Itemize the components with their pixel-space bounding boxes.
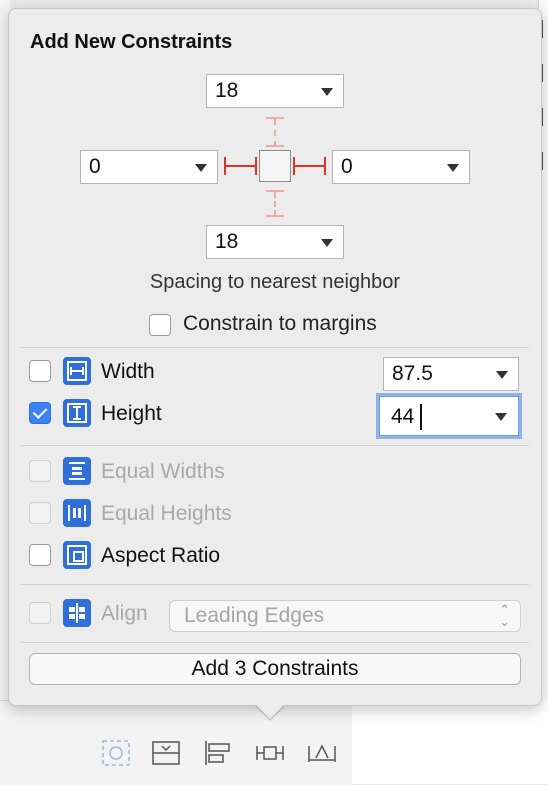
spacing-caption: Spacing to nearest neighbor (149, 271, 401, 293)
top-spacing-combo[interactable]: 18 (206, 74, 344, 108)
chevron-down-icon[interactable] (321, 88, 333, 96)
bottom-spacing-value[interactable]: 18 (215, 230, 238, 254)
divider (21, 445, 529, 446)
align-icon (63, 599, 91, 627)
aspect-ratio-label[interactable]: Aspect Ratio (101, 544, 220, 568)
stack-icon[interactable] (150, 738, 182, 768)
chevron-down-icon[interactable] (496, 371, 508, 379)
constrain-to-margins-checkbox[interactable] (149, 314, 171, 336)
right-strut[interactable] (293, 165, 326, 167)
width-value-combo[interactable]: 87.5 (383, 357, 519, 391)
divider (21, 584, 529, 585)
align-select-value[interactable]: Leading Edges (184, 604, 324, 628)
background-list-mark (542, 64, 548, 82)
height-value[interactable]: 44 (391, 405, 414, 429)
bottom-strut[interactable] (274, 192, 276, 216)
background-list-mark (542, 108, 548, 126)
divider (21, 347, 529, 348)
resolve-issues-icon[interactable] (306, 738, 338, 768)
background-list-mark (542, 152, 548, 170)
bottom-strut-cap[interactable] (266, 215, 284, 217)
aspect-ratio-icon (63, 541, 91, 569)
right-strut-cap[interactable] (324, 157, 326, 175)
width-value[interactable]: 87.5 (392, 362, 433, 386)
top-strut[interactable] (274, 119, 276, 147)
align-label[interactable]: Align (101, 602, 148, 626)
height-value-combo[interactable]: 44 (376, 393, 522, 439)
equal-widths-checkbox[interactable] (29, 460, 51, 482)
add-constraints-button[interactable]: Add 3 Constraints (29, 653, 521, 685)
chevron-down-icon[interactable] (495, 413, 507, 421)
align-icon[interactable] (202, 738, 234, 768)
left-strut-cap[interactable] (255, 157, 257, 175)
left-spacing-combo[interactable]: 0 (80, 150, 218, 184)
width-label[interactable]: Width (101, 360, 155, 384)
constrain-to-margins-label[interactable]: Constrain to margins (183, 312, 377, 336)
align-checkbox[interactable] (29, 602, 51, 624)
equal-heights-checkbox[interactable] (29, 502, 51, 524)
popover-arrow (254, 703, 286, 719)
canvas-bottom-bar-right (352, 700, 548, 784)
chevron-down-icon[interactable] (447, 164, 459, 172)
right-spacing-value[interactable]: 0 (341, 155, 353, 179)
view-placeholder-box (259, 150, 291, 182)
align-select[interactable]: Leading Edges ⌃ ⌄ (169, 600, 521, 632)
width-constraint-icon (63, 357, 91, 385)
height-constraint-icon (63, 399, 91, 427)
updown-chevron-icon[interactable]: ⌃ ⌄ (499, 603, 510, 628)
equal-widths-icon (63, 457, 91, 485)
aspect-ratio-checkbox[interactable] (29, 544, 51, 566)
divider (21, 642, 529, 643)
equal-widths-label[interactable]: Equal Widths (101, 460, 225, 484)
left-spacing-value[interactable]: 0 (89, 155, 101, 179)
bottom-spacing-combo[interactable]: 18 (206, 225, 344, 259)
equal-heights-label[interactable]: Equal Heights (101, 502, 232, 526)
top-spacing-value[interactable]: 18 (215, 79, 238, 103)
height-checkbox[interactable] (29, 402, 51, 424)
top-strut-cap[interactable] (266, 145, 284, 147)
update-frames-icon[interactable] (100, 738, 132, 768)
popover-title: Add New Constraints (30, 31, 233, 53)
width-checkbox[interactable] (29, 360, 51, 382)
right-spacing-combo[interactable]: 0 (332, 150, 470, 184)
background-list-mark (542, 20, 548, 38)
equal-heights-icon (63, 499, 91, 527)
chevron-down-icon[interactable] (195, 164, 207, 172)
left-strut[interactable] (224, 165, 257, 167)
height-label[interactable]: Height (101, 402, 162, 426)
chevron-down-icon[interactable] (321, 239, 333, 247)
add-constraints-popover: Add New Constraints 18 0 0 18 Spacing to… (8, 8, 542, 706)
pin-icon[interactable] (254, 738, 286, 768)
text-cursor (420, 404, 422, 430)
